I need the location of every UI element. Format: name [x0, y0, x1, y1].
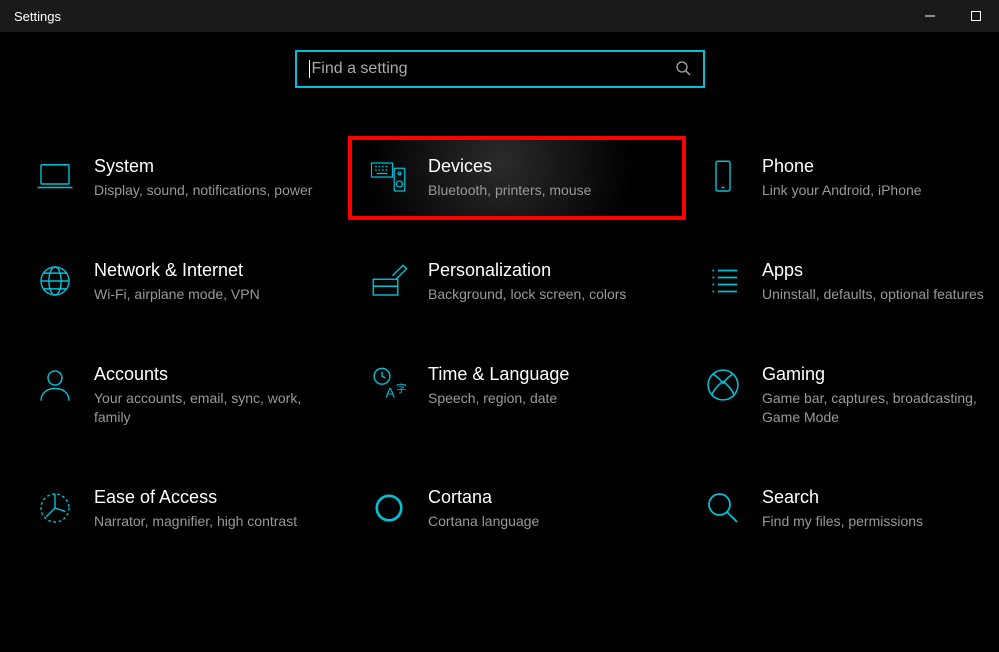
time-language-icon: A字: [368, 364, 410, 406]
tile-title: Search: [762, 487, 923, 508]
tile-desc: Wi-Fi, airplane mode, VPN: [94, 285, 260, 304]
tile-desc: Your accounts, email, sync, work, family: [94, 389, 332, 427]
tile-search[interactable]: Search Find my files, permissions: [696, 481, 999, 537]
tile-desc: Display, sound, notifications, power: [94, 181, 312, 200]
tile-title: Network & Internet: [94, 260, 260, 281]
svg-text:字: 字: [396, 382, 407, 395]
globe-icon: [34, 260, 76, 302]
tile-desc: Game bar, captures, broadcasting, Game M…: [762, 389, 999, 427]
paintbrush-icon: [368, 260, 410, 302]
tile-desc: Find my files, permissions: [762, 512, 923, 531]
phone-icon: [702, 156, 744, 198]
tile-apps[interactable]: Apps Uninstall, defaults, optional featu…: [696, 254, 999, 310]
tile-title: Accounts: [94, 364, 332, 385]
tile-title: Time & Language: [428, 364, 569, 385]
window-title: Settings: [14, 9, 61, 24]
cortana-icon: [368, 487, 410, 529]
magnifier-icon: [702, 487, 744, 529]
search-input[interactable]: [312, 60, 675, 78]
maximize-button[interactable]: [953, 0, 999, 32]
person-icon: [34, 364, 76, 406]
tile-ease-of-access[interactable]: Ease of Access Narrator, magnifier, high…: [28, 481, 338, 537]
tile-desc: Speech, region, date: [428, 389, 569, 408]
search-icon: [675, 60, 691, 79]
tile-title: System: [94, 156, 312, 177]
keyboard-speaker-icon: [368, 156, 410, 198]
tile-desc: Uninstall, defaults, optional features: [762, 285, 984, 304]
tile-title: Apps: [762, 260, 984, 281]
tile-network[interactable]: Network & Internet Wi-Fi, airplane mode,…: [28, 254, 338, 310]
minimize-button[interactable]: [907, 0, 953, 32]
tile-desc: Cortana language: [428, 512, 539, 531]
tile-desc: Narrator, magnifier, high contrast: [94, 512, 297, 531]
tile-title: Devices: [428, 156, 591, 177]
xbox-icon: [702, 364, 744, 406]
tile-desc: Link your Android, iPhone: [762, 181, 922, 200]
search-box[interactable]: [295, 50, 705, 88]
tile-gaming[interactable]: Gaming Game bar, captures, broadcasting,…: [696, 358, 999, 433]
tile-cortana[interactable]: Cortana Cortana language: [362, 481, 672, 537]
tile-system[interactable]: System Display, sound, notifications, po…: [28, 150, 338, 206]
tile-devices[interactable]: Devices Bluetooth, printers, mouse: [348, 136, 686, 220]
svg-text:A: A: [386, 384, 396, 400]
tile-title: Phone: [762, 156, 922, 177]
titlebar[interactable]: Settings: [0, 0, 999, 32]
tile-desc: Background, lock screen, colors: [428, 285, 626, 304]
tile-accounts[interactable]: Accounts Your accounts, email, sync, wor…: [28, 358, 338, 433]
tile-desc: Bluetooth, printers, mouse: [428, 181, 591, 200]
tile-title: Gaming: [762, 364, 999, 385]
tile-phone[interactable]: Phone Link your Android, iPhone: [696, 150, 999, 206]
ease-of-access-icon: [34, 487, 76, 529]
list-icon: [702, 260, 744, 302]
tile-personalization[interactable]: Personalization Background, lock screen,…: [362, 254, 672, 310]
tile-title: Personalization: [428, 260, 626, 281]
laptop-icon: [34, 156, 76, 198]
settings-grid: System Display, sound, notifications, po…: [0, 88, 999, 536]
tile-title: Cortana: [428, 487, 539, 508]
tile-time-language[interactable]: A字 Time & Language Speech, region, date: [362, 358, 672, 433]
text-cursor: [309, 60, 310, 78]
tile-title: Ease of Access: [94, 487, 297, 508]
